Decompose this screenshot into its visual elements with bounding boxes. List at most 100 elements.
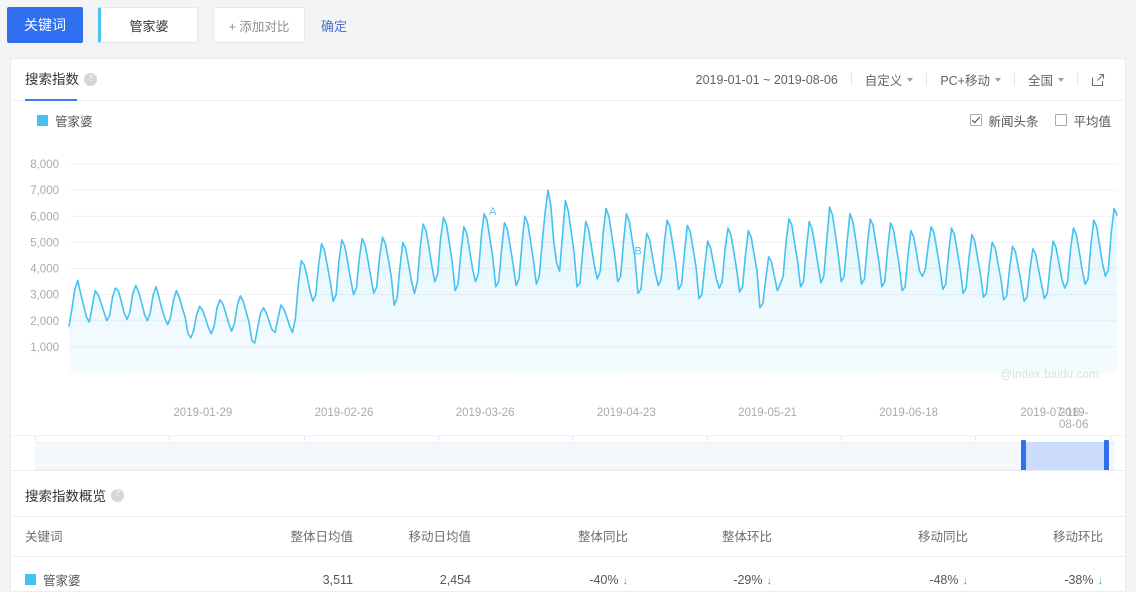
column-header-overall-mom: 整体环比 — [672, 517, 832, 557]
checkbox-news-headline[interactable] — [970, 114, 982, 126]
row-color-swatch — [25, 574, 36, 585]
scrubber-tick — [572, 436, 573, 441]
period-selector-label: 自定义 — [865, 70, 903, 89]
chart-watermark: @index.baidu.com — [1000, 369, 1099, 381]
share-icon[interactable] — [1078, 73, 1111, 87]
scrubber-tick — [304, 436, 305, 441]
help-icon[interactable]: ? — [84, 73, 97, 86]
panel-header-controls: 2019-01-01 ~ 2019-08-06 自定义 PC+移动 全国 — [683, 70, 1111, 89]
checkbox-average[interactable] — [1055, 114, 1067, 126]
column-header-mobile-daily-avg: 移动日均值 — [377, 517, 507, 557]
scrubber-tick — [707, 436, 708, 441]
y-axis-tick-label: 5,000 — [30, 237, 59, 249]
chart-canvas[interactable]: 1,000 2,000 3,000 4,000 5,000 6,000 7,000 8,000… — [11, 135, 1125, 385]
y-axis-tick-label: 4,000 — [30, 264, 59, 276]
keyword-tab-button[interactable]: 关键词 — [7, 7, 83, 43]
cell-overall-mom-value: -29% — [733, 573, 762, 587]
scrubber-tick — [438, 436, 439, 441]
date-range-display[interactable]: 2019-01-01 ~ 2019-08-06 — [683, 73, 851, 87]
y-axis-tick-label: 3,000 — [30, 290, 59, 302]
overview-table: 关键词 整体日均值 移动日均值 整体同比 整体环比 移动同比 移动环比 管家婆 — [11, 516, 1127, 589]
period-selector[interactable]: 自定义 — [852, 70, 927, 89]
toggle-news-headline-label: 新闻头条 — [988, 111, 1038, 130]
cell-overall-mom: -29% ↓ — [672, 557, 832, 590]
toggle-average[interactable]: 平均值 — [1055, 111, 1111, 130]
tab-search-index-label: 搜索指数 — [25, 59, 79, 101]
region-selector[interactable]: 全国 — [1015, 70, 1077, 89]
overview-title-label: 搜索指数概览 — [25, 485, 106, 505]
chart-area-fill — [69, 190, 1117, 373]
column-header-mobile-yoy: 移动同比 — [832, 517, 992, 557]
chevron-down-icon — [1058, 78, 1064, 82]
toggle-average-label: 平均值 — [1073, 111, 1111, 130]
scrubber-track[interactable] — [35, 442, 1115, 470]
tab-search-index[interactable]: 搜索指数 ? — [25, 59, 97, 101]
search-index-chart: 1,000 2,000 3,000 4,000 5,000 6,000 7,000 8,000… — [11, 135, 1125, 407]
scrubber-tick — [975, 436, 976, 441]
arrow-down-icon: ↓ — [963, 575, 969, 587]
cell-mobile-yoy-value: -48% — [929, 573, 958, 587]
cell-mobile-mom: -38% ↓ — [992, 557, 1127, 590]
chevron-down-icon — [995, 78, 1001, 82]
column-header-overall-daily-avg: 整体日均值 — [257, 517, 377, 557]
toggle-news-headline[interactable]: 新闻头条 — [970, 111, 1038, 130]
scrubber-handle-left[interactable] — [1021, 440, 1026, 472]
region-selector-label: 全国 — [1028, 70, 1053, 89]
cell-mobile-daily-avg: 2,454 — [377, 557, 507, 590]
cell-keyword-label: 管家婆 — [43, 570, 81, 589]
legend-color-swatch — [37, 115, 48, 126]
legend-item-series[interactable]: 管家婆 — [37, 111, 93, 130]
cell-keyword: 管家婆 — [11, 557, 257, 590]
scrubber-tick — [169, 436, 170, 441]
help-icon[interactable]: ? — [111, 489, 124, 502]
x-axis-tick-label: 2019-02-26 — [315, 407, 374, 419]
x-axis-tick-label: 2019-05-21 — [738, 407, 797, 419]
column-header-mobile-mom: 移动环比 — [992, 517, 1127, 557]
table-header-row: 关键词 整体日均值 移动日均值 整体同比 整体环比 移动同比 移动环比 — [11, 517, 1127, 557]
cell-overall-daily-avg: 3,511 — [257, 557, 377, 590]
chart-annotation-b[interactable]: B — [634, 245, 641, 257]
arrow-down-icon: ↓ — [623, 575, 629, 587]
search-index-panel: 搜索指数 ? 2019-01-01 ~ 2019-08-06 自定义 PC+移动… — [10, 58, 1126, 492]
x-axis-tick-label: 2019-06-18 — [879, 407, 938, 419]
y-axis-tick-label: 1,000 — [30, 342, 59, 354]
legend-series-label: 管家婆 — [55, 111, 93, 130]
scrubber-selection[interactable] — [1023, 442, 1106, 470]
chart-x-axis: 2019-01-29 2019-02-26 2019-03-26 2019-04-23… — [11, 407, 1125, 433]
add-comparison-button[interactable]: + 添加对比 — [213, 7, 305, 43]
column-header-overall-yoy: 整体同比 — [507, 517, 672, 557]
x-axis-tick-label: 2019-01-29 — [173, 407, 232, 419]
scrubber-handle-right[interactable] — [1104, 440, 1109, 472]
y-axis-tick-label: 8,000 — [30, 159, 59, 171]
x-axis-tick-label: 2019-08-06 — [1059, 407, 1103, 431]
overview-title: 搜索指数概览 ? — [11, 471, 1125, 516]
arrow-down-icon: ↓ — [767, 575, 773, 587]
chevron-down-icon — [907, 78, 913, 82]
cell-overall-yoy: -40% ↓ — [507, 557, 672, 590]
page-root: 关键词 管家婆 + 添加对比 确定 搜索指数 ? 2019-01-01 ~ 20… — [0, 0, 1136, 592]
search-toolbar: 关键词 管家婆 + 添加对比 确定 — [0, 0, 1136, 50]
scrubber-tick — [841, 436, 842, 441]
cell-overall-yoy-value: -40% — [589, 573, 618, 587]
device-selector[interactable]: PC+移动 — [927, 70, 1014, 89]
chart-annotation-a[interactable]: A — [489, 206, 497, 218]
panel-header: 搜索指数 ? 2019-01-01 ~ 2019-08-06 自定义 PC+移动… — [11, 59, 1125, 101]
cell-mobile-yoy: -48% ↓ — [832, 557, 992, 590]
scrubber-tick — [35, 436, 36, 441]
x-axis-tick-label: 2019-03-26 — [456, 407, 515, 419]
search-index-overview-panel: 搜索指数概览 ? 关键词 整体日均值 移动日均值 整体同比 整体环比 移动同比 … — [10, 470, 1126, 592]
chart-legend-toggles: 新闻头条 平均值 — [970, 111, 1111, 130]
scrubber-tick — [1110, 436, 1111, 441]
x-axis-tick-label: 2019-04-23 — [597, 407, 656, 419]
keyword-input-chip[interactable]: 管家婆 — [98, 7, 198, 43]
cell-mobile-mom-value: -38% — [1064, 573, 1093, 587]
chart-legend: 管家婆 新闻头条 平均值 — [11, 105, 1125, 135]
y-axis-tick-label: 2,000 — [30, 316, 59, 328]
device-selector-label: PC+移动 — [940, 70, 990, 89]
column-header-keyword: 关键词 — [11, 517, 257, 557]
y-axis-tick-label: 7,000 — [30, 185, 59, 197]
table-row[interactable]: 管家婆 3,511 2,454 -40% ↓ -29% ↓ -48% ↓ — [11, 557, 1127, 590]
arrow-down-icon: ↓ — [1098, 575, 1104, 587]
confirm-button[interactable]: 确定 — [321, 16, 347, 35]
y-axis-tick-label: 6,000 — [30, 211, 59, 223]
